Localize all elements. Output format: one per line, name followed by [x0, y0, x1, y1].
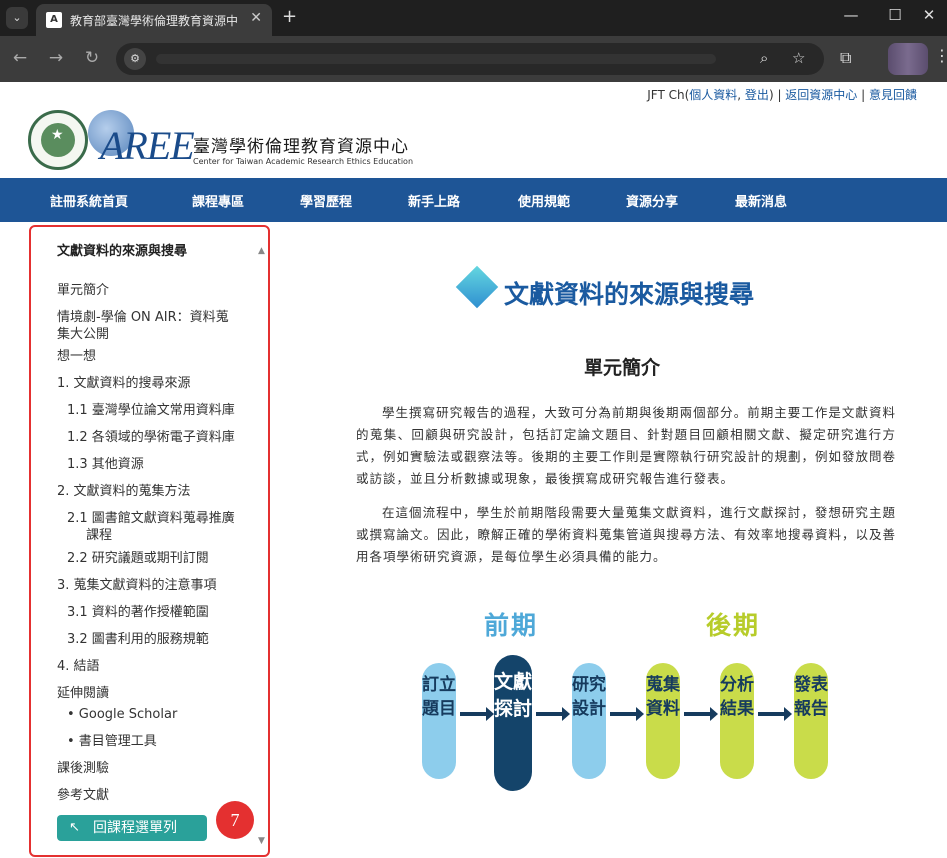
- flow-step-4: 蒐集資料: [646, 663, 680, 779]
- sidebar-item-4[interactable]: 4. 結語: [57, 658, 100, 676]
- sidebar-item-extended[interactable]: 延伸閱讀: [57, 685, 109, 703]
- browser-tab[interactable]: A 教育部臺灣學術倫理教育資源中 ✕: [36, 4, 272, 36]
- browser-tab-bar: ⌄ A 教育部臺灣學術倫理教育資源中 ✕ + — ☐ ✕: [0, 0, 947, 36]
- url-text: [156, 54, 716, 64]
- tab-close-icon[interactable]: ✕: [250, 10, 262, 26]
- return-button-label: 回課程選單列: [93, 820, 177, 836]
- moe-seal-logo[interactable]: ★: [28, 110, 88, 170]
- sidebar-item-drama[interactable]: 情境劇-學倫 ON AIR：資料蒐: [57, 309, 229, 327]
- flow-step-1: 訂立題目: [422, 663, 456, 779]
- nav-item-getting-started[interactable]: 新手上路: [408, 191, 460, 210]
- sidebar-item-drama-cont[interactable]: 集大公開: [57, 326, 109, 344]
- nav-item-rules[interactable]: 使用規範: [518, 191, 570, 210]
- sidebar-item-1-2[interactable]: 1.2 各領域的學術電子資料庫: [67, 429, 235, 447]
- nav-item-history[interactable]: 學習歷程: [300, 191, 352, 210]
- sidebar-item-2-1[interactable]: 2.1 圖書館文獻資料蒐尋推廣: [67, 510, 235, 528]
- profile-avatar[interactable]: [888, 43, 928, 75]
- sidebar-item-1[interactable]: 1. 文獻資料的搜尋來源: [57, 375, 191, 393]
- flow-arrow-icon: [610, 707, 644, 721]
- sidebar-item-2-1-cont[interactable]: 課程: [86, 527, 112, 545]
- sidebar-item-references[interactable]: 參考文獻: [57, 787, 109, 805]
- intro-paragraph-1: 學生撰寫研究報告的過程，大致可分為前期與後期兩個部分。前期主要工作是文獻資料的蒐…: [356, 405, 897, 486]
- bookmark-star-icon[interactable]: ☆: [792, 49, 805, 67]
- browser-menu-icon[interactable]: ⋮: [934, 46, 947, 65]
- sidebar-item-intro[interactable]: 單元簡介: [57, 282, 109, 300]
- sidebar-item-think[interactable]: 想一想: [57, 348, 96, 366]
- step-number-badge: 7: [216, 801, 254, 839]
- sidebar-item-1-3[interactable]: 1.3 其他資源: [67, 456, 144, 474]
- main-nav: 註冊系統首頁 課程專區 學習歷程 新手上路 使用規範 資源分享 最新消息: [0, 178, 947, 222]
- favicon-icon: A: [46, 12, 62, 28]
- flow-arrow-icon: [684, 707, 718, 721]
- logout-link[interactable]: 登出: [745, 88, 769, 102]
- flow-step-5: 分析結果: [720, 663, 754, 779]
- flow-step-6: 發表報告: [794, 663, 828, 779]
- sidebar-title: 文獻資料的來源與搜尋: [57, 244, 188, 259]
- site-name-en: Center for Taiwan Academic Research Ethi…: [193, 157, 414, 166]
- sidebar-item-ref-tools[interactable]: • 書目管理工具: [67, 733, 157, 751]
- comma-separator: ,: [737, 88, 745, 102]
- return-arrow-icon: ↖: [69, 820, 80, 835]
- return-resource-link[interactable]: 返回資源中心: [785, 88, 857, 102]
- back-icon[interactable]: ←: [8, 48, 32, 68]
- nav-item-news[interactable]: 最新消息: [735, 191, 787, 210]
- sidebar-item-1-1[interactable]: 1.1 臺灣學位論文常用資料庫: [67, 402, 235, 420]
- sidebar-item-quiz[interactable]: 課後測驗: [57, 760, 109, 778]
- sidebar-item-google-scholar[interactable]: • Google Scholar: [67, 706, 177, 724]
- bar-separator: |: [773, 88, 786, 102]
- browser-toolbar: ← → ↻ ⚙ ⌕ ☆ ⧉ ⋮: [0, 36, 947, 82]
- flow-arrow-icon: [460, 707, 494, 721]
- reload-icon[interactable]: ↻: [80, 48, 104, 68]
- user-bar: JFT Ch(個人資料, 登出) | 返回資源中心 | 意見回饋: [647, 86, 917, 103]
- intro-paragraph-2: 在這個流程中，學生於前期階段需要大量蒐集文獻資料，進行文獻探討，發想研究主題或撰…: [356, 505, 897, 564]
- tab-list-button[interactable]: ⌄: [6, 7, 28, 29]
- sidebar-item-3-2[interactable]: 3.2 圖書利用的服務規範: [67, 631, 209, 649]
- flow-arrow-icon: [758, 707, 792, 721]
- sidebar-item-3[interactable]: 3. 蒐集文獻資料的注意事項: [57, 577, 217, 595]
- extensions-icon[interactable]: ⧉: [840, 48, 851, 68]
- scroll-up-icon[interactable]: ▲: [258, 246, 265, 256]
- scroll-down-icon[interactable]: ▼: [258, 836, 265, 846]
- forward-icon[interactable]: →: [44, 48, 68, 68]
- close-window-icon[interactable]: ✕: [914, 6, 944, 24]
- phase-late-label: 後期: [706, 611, 761, 640]
- nav-item-resources[interactable]: 資源分享: [626, 191, 678, 210]
- phase-early-label: 前期: [484, 611, 539, 640]
- site-name: 臺灣學術倫理教育資源中心: [193, 137, 409, 157]
- maximize-icon[interactable]: ☐: [880, 6, 910, 24]
- tab-title: 教育部臺灣學術倫理教育資源中: [70, 14, 239, 28]
- address-bar[interactable]: ⚙ ⌕ ☆: [116, 43, 824, 75]
- new-tab-button[interactable]: +: [282, 6, 297, 27]
- nav-item-home[interactable]: 註冊系統首頁: [50, 191, 128, 210]
- bar-separator: |: [857, 88, 869, 102]
- feedback-link[interactable]: 意見回饋: [869, 88, 917, 102]
- user-name: JFT Ch(: [647, 88, 690, 102]
- sidebar-item-3-1[interactable]: 3.1 資料的著作授權範圍: [67, 604, 209, 622]
- sidebar-item-2[interactable]: 2. 文獻資料的蒐集方法: [57, 483, 191, 501]
- return-course-menu-button[interactable]: ↖ 回課程選單列: [57, 815, 207, 841]
- user-profile-link[interactable]: 個人資料: [689, 88, 737, 102]
- sidebar-item-2-2[interactable]: 2.2 研究議題或期刊訂閱: [67, 550, 209, 568]
- section-title: 單元簡介: [584, 357, 661, 379]
- aree-logo-text[interactable]: AREE: [100, 122, 195, 169]
- content-title: 文獻資料的來源與搜尋: [504, 280, 755, 309]
- flow-step-2: 文獻探討: [494, 655, 532, 791]
- site-info-icon[interactable]: ⚙: [124, 48, 146, 70]
- nav-item-courses[interactable]: 課程專區: [192, 191, 244, 210]
- flow-arrow-icon: [536, 707, 570, 721]
- zoom-icon[interactable]: ⌕: [760, 49, 768, 67]
- flow-step-3: 研究設計: [572, 663, 606, 779]
- minimize-icon[interactable]: —: [836, 6, 866, 24]
